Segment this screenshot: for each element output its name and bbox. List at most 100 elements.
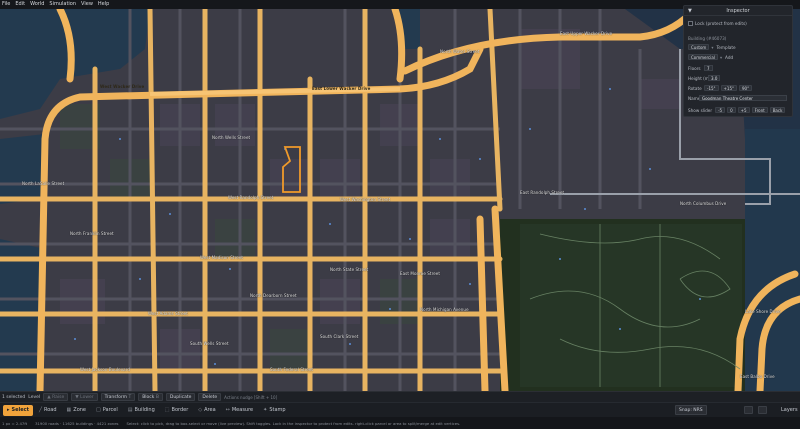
layers-button[interactable]: Layers (781, 405, 798, 416)
style-select[interactable]: Custom (688, 44, 710, 50)
building-id: Building (#46073) (688, 36, 727, 41)
tool-parcel[interactable]: □ Parcel (92, 405, 122, 416)
transform-shortcut: T (128, 395, 132, 400)
floors-row: Floors 7 (688, 65, 713, 71)
lock-row: Lock (protect from edits) (688, 21, 747, 26)
menu-help[interactable]: Help (98, 0, 109, 9)
map-canvas[interactable]: West Wacker Drive East Lower Wacker Driv… (0, 9, 800, 391)
inspector-panel: ▼ Inspector Lock (protect from edits) Bu… (683, 5, 793, 117)
show-plus-button[interactable]: +5 (737, 107, 750, 113)
rotate-cw-button[interactable]: +15° (720, 85, 737, 91)
tool-label: Parcel (102, 407, 118, 413)
selection-bar: 1 selected Level ▲ Raise ▼ Lower Transfo… (0, 391, 800, 402)
back-button[interactable]: Back (769, 107, 786, 113)
street-label: West Jackson Boulevard (80, 367, 131, 372)
use-aux-label: Add (725, 54, 734, 60)
block-label: Block (142, 395, 155, 400)
street-label: East Balbo Drive (740, 374, 775, 379)
tool-label: Building (134, 407, 155, 413)
transform-button[interactable]: Transform T (100, 393, 136, 401)
tool-label: Road (43, 407, 57, 413)
duplicate-button[interactable]: Duplicate (165, 393, 196, 401)
inspector-title: Inspector (726, 7, 750, 14)
tool-stamp[interactable]: ✦ Stamp (259, 405, 289, 416)
street-label: East Monroe Street (400, 271, 441, 276)
street-label: Lake Shore Drive (745, 309, 781, 314)
name-input[interactable]: Goodman Theatre Center (699, 95, 787, 101)
collapse-triangle-icon[interactable]: ▼ (688, 8, 692, 14)
selection-count: 1 selected (2, 394, 26, 400)
lock-label: Lock (protect from edits) (695, 21, 747, 26)
tool-zone[interactable]: ▦ Zone (63, 405, 90, 416)
chevron-down-icon: ▾ (711, 44, 714, 50)
use-row: Commercial ▾ Add (688, 54, 733, 60)
menu-world[interactable]: World (30, 0, 44, 9)
menu-file[interactable]: File (2, 0, 10, 9)
tool-select[interactable]: ▸ Select (3, 404, 33, 416)
zoom-readout: 1 px = 2.47ft (2, 420, 28, 426)
stamp-icon: ✦ (263, 407, 268, 413)
height-input[interactable]: 3.0 (708, 75, 721, 81)
show-zero-button[interactable]: 0 (727, 107, 736, 113)
menu-bar: File Edit World Simulation View Help (0, 0, 800, 9)
view-toggle-button[interactable] (744, 406, 753, 414)
transform-label: Transform (104, 395, 128, 400)
name-label: Name (688, 95, 701, 101)
street-label: North State Street (330, 267, 369, 272)
block-button[interactable]: Block B (138, 393, 163, 401)
floors-label: Floors (688, 65, 701, 71)
street-label: West Washington Street (340, 197, 391, 202)
menu-simulation[interactable]: Simulation (49, 0, 76, 9)
tool-label: Measure (231, 407, 254, 413)
street-label: South Federal Street (270, 367, 314, 372)
zone-icon: ▦ (66, 407, 72, 413)
border-icon: ⬚ (164, 407, 170, 413)
snap-toggle[interactable]: Snap: NRS (675, 405, 707, 415)
delete-button[interactable]: Delete (198, 393, 222, 401)
street-label: East Randolph Street (520, 190, 565, 195)
style-row: Custom ▾ Template (688, 44, 736, 50)
street-label: North Wells Street (212, 135, 251, 140)
street-label: South Wells Street (190, 341, 229, 346)
raise-button[interactable]: ▲ Raise (43, 393, 69, 401)
rotate-90-button[interactable]: 90° (739, 85, 753, 91)
rotate-label: Rotate (688, 85, 702, 91)
tool-measure[interactable]: ↔ Measure (222, 405, 257, 416)
street-label: West Randolph Street (228, 195, 274, 200)
lock-checkbox[interactable] (688, 21, 693, 26)
block-shortcut: B (155, 395, 159, 400)
menu-view[interactable]: View (81, 0, 93, 9)
street-label: East Upper Wacker Drive (560, 31, 613, 36)
name-row: Name Goodman Theatre Center (688, 95, 787, 101)
menu-edit[interactable]: Edit (15, 0, 25, 9)
lower-button[interactable]: ▼ Lower (71, 393, 98, 401)
level-label: Level (28, 394, 41, 400)
nudge-hint: Actions nudge [Shift + 10] (224, 394, 278, 400)
cursor-icon: ▸ (7, 407, 10, 413)
status-footer: 1 px = 2.47ft 31900 roads · 11625 buildi… (0, 417, 800, 429)
street-label: North Water Street (440, 49, 480, 54)
front-button[interactable]: Front (751, 107, 768, 113)
show-slider-row: Show slider -5 0 +5 Front Back (688, 107, 787, 113)
view-toggle-button[interactable] (758, 406, 767, 414)
street-label: North Columbus Drive (680, 201, 727, 206)
floors-input[interactable]: 7 (704, 65, 713, 71)
tool-area[interactable]: ◇ Area (194, 405, 219, 416)
street-label: South Clark Street (320, 334, 359, 339)
show-minus-button[interactable]: -5 (715, 107, 726, 113)
street-label: North Franklin Street (70, 231, 114, 236)
show-slider-label: Show slider (688, 107, 713, 113)
height-label: Height (m) (688, 75, 711, 81)
map-drawing (0, 9, 800, 391)
inspector-header[interactable]: ▼ Inspector (684, 6, 792, 16)
tool-road[interactable]: ╱ Road (35, 405, 61, 416)
rotate-ccw-button[interactable]: -15° (704, 85, 719, 91)
tool-building[interactable]: ▤ Building (124, 405, 159, 416)
use-select[interactable]: Commercial (688, 54, 718, 60)
street-label: North Michigan Avenue (420, 307, 469, 312)
lower-label: Lower (80, 395, 94, 400)
raise-label: Raise (52, 395, 65, 400)
world-stats: 31900 roads · 11625 buildings · 4421 zon… (35, 420, 119, 426)
parcel-icon: □ (96, 407, 101, 413)
tool-border[interactable]: ⬚ Border (161, 405, 193, 416)
